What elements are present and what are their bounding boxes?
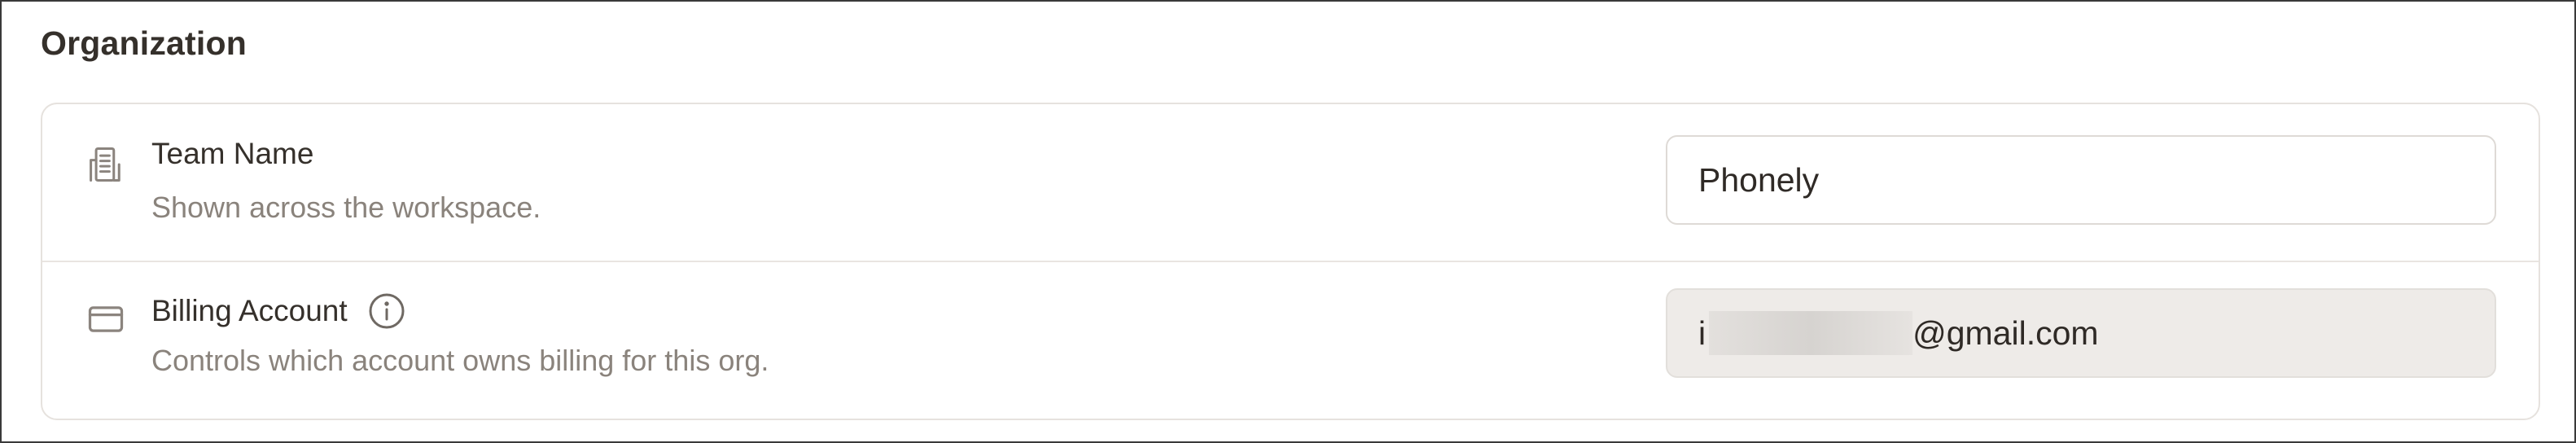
- billing-account-label: Billing Account: [151, 294, 348, 327]
- team-name-row: Team Name Shown across the workspace.: [42, 104, 2539, 261]
- billing-account-description: Controls which account owns billing for …: [151, 344, 769, 377]
- team-name-label: Team Name: [151, 137, 314, 170]
- credit-card-icon: [85, 298, 127, 340]
- billing-account-row: Billing Account Controls which account o…: [42, 262, 2539, 419]
- email-suffix: @gmail.com: [1912, 314, 2099, 352]
- billing-account-label-group: Billing Account: [151, 292, 406, 331]
- billing-email-value: i @gmail.com: [1698, 311, 2099, 355]
- organization-card: Team Name Shown across the workspace. Bi…: [41, 103, 2540, 420]
- team-name-input[interactable]: [1698, 160, 2495, 200]
- info-icon[interactable]: [367, 292, 406, 331]
- redacted-block: [1709, 311, 1913, 355]
- email-prefix: i: [1698, 314, 1706, 352]
- team-name-description: Shown across the workspace.: [151, 191, 541, 224]
- section-title: Organization: [41, 24, 247, 62]
- billing-account-field[interactable]: i @gmail.com: [1666, 288, 2496, 378]
- settings-panel: Organization Team Name Shown across the …: [0, 0, 2576, 443]
- building-icon: [85, 143, 127, 186]
- team-name-field[interactable]: [1666, 135, 2496, 225]
